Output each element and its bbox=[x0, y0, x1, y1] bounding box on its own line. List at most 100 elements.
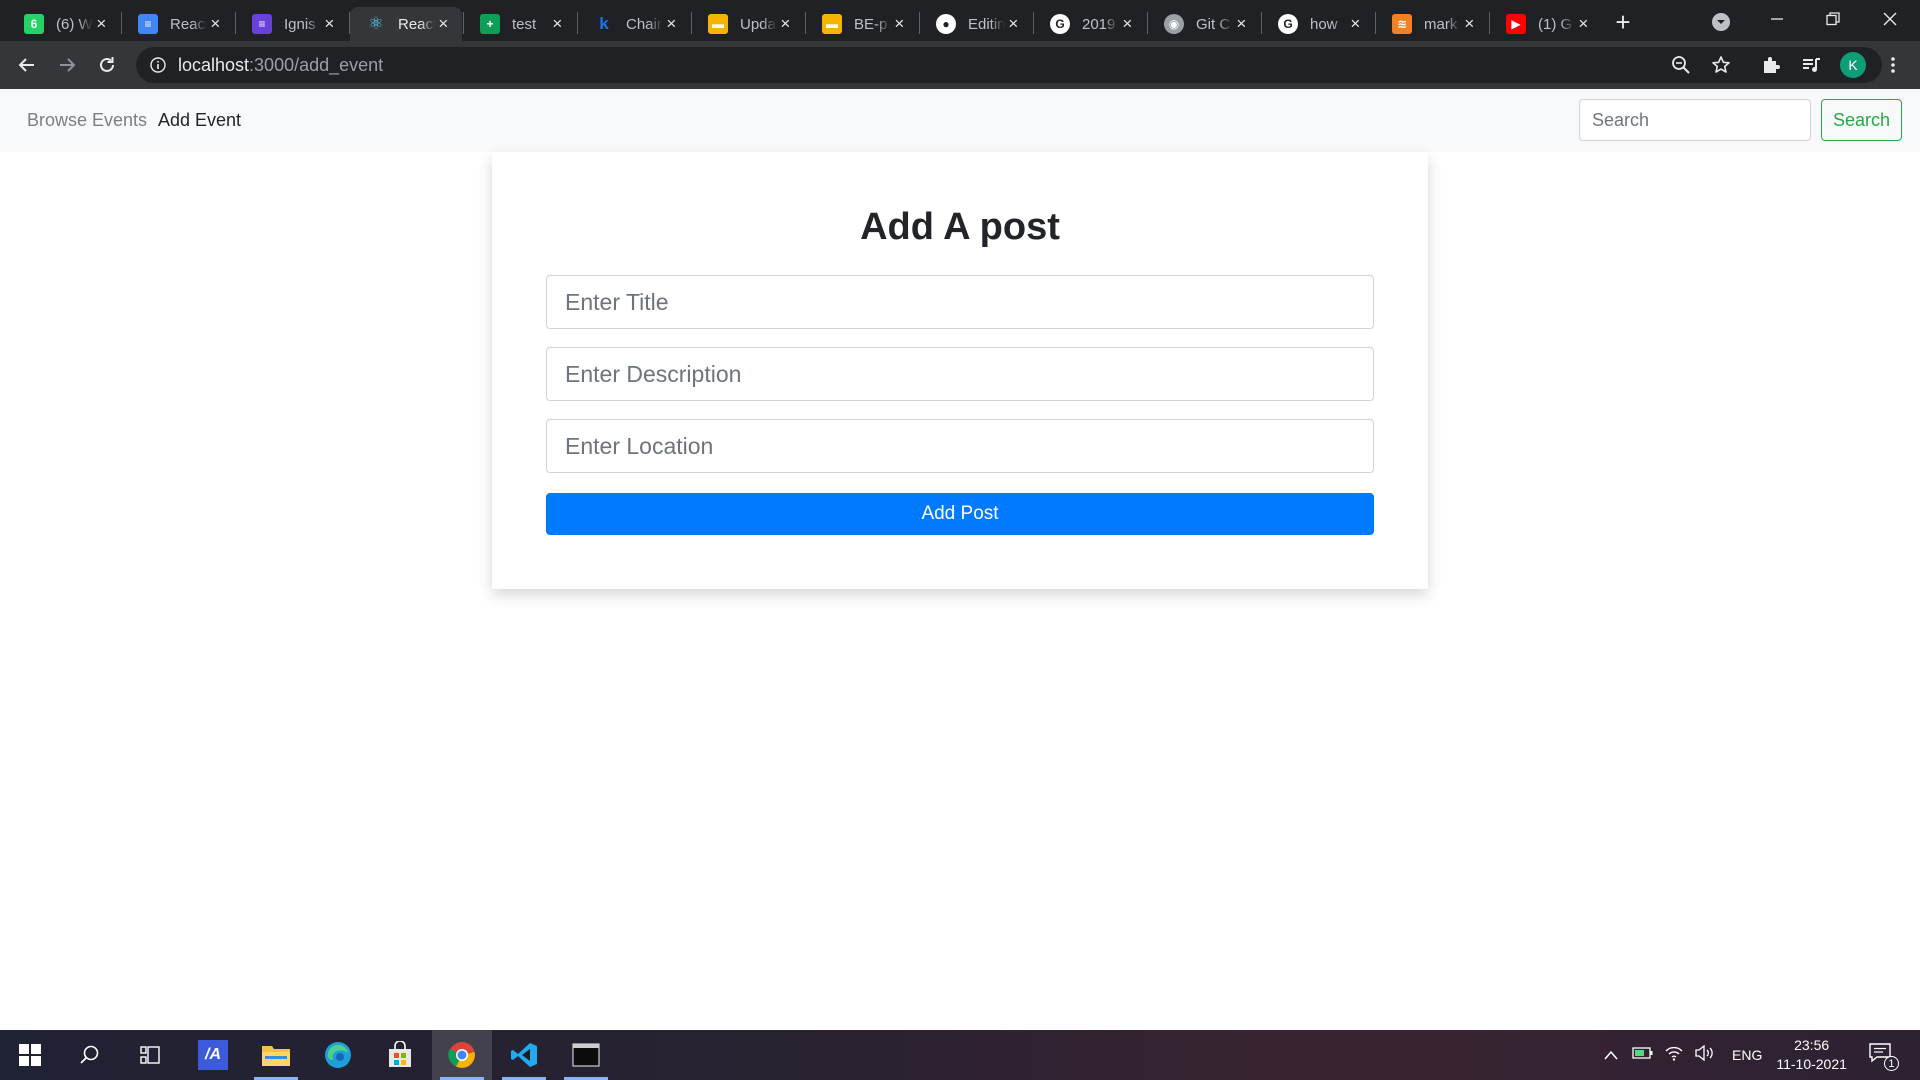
close-tab-icon[interactable]: × bbox=[891, 14, 908, 34]
nav-link-add-event[interactable]: Add Event bbox=[158, 110, 241, 131]
search-icon bbox=[80, 1045, 99, 1064]
taskbar-app-file-explorer[interactable] bbox=[246, 1030, 306, 1080]
taskbar-app-vscode[interactable] bbox=[494, 1030, 554, 1080]
browser-tab[interactable]: ◉ Git C × bbox=[1148, 7, 1260, 41]
browser-tab[interactable]: ▬ BE-p × bbox=[806, 7, 918, 41]
minimize-icon bbox=[1771, 18, 1783, 20]
browser-tab-title: 2019 bbox=[1082, 15, 1116, 33]
chrome-icon bbox=[448, 1042, 475, 1068]
tab-separator bbox=[1033, 12, 1034, 34]
tab-separator bbox=[1375, 12, 1376, 34]
browser-tab[interactable]: + test × bbox=[464, 7, 576, 41]
tab-separator bbox=[463, 12, 464, 34]
close-tab-icon[interactable]: × bbox=[321, 14, 338, 34]
address-bar[interactable]: localhost:3000/add_event bbox=[136, 47, 1882, 83]
browser-tab[interactable]: ● Editing× bbox=[920, 7, 1032, 41]
browser-tab[interactable]: Ghow × bbox=[1262, 7, 1374, 41]
close-tab-icon[interactable]: × bbox=[777, 14, 794, 34]
title-input[interactable] bbox=[546, 275, 1374, 329]
browser-tab[interactable]: ≡ Ignis × bbox=[236, 7, 348, 41]
nav-link-browse-events[interactable]: Browse Events bbox=[27, 110, 147, 131]
browser-tab[interactable]: k Chain × bbox=[578, 7, 690, 41]
clock[interactable]: 23:56 11-10-2021 bbox=[1776, 1036, 1847, 1074]
profile-button[interactable]: K bbox=[1839, 51, 1867, 79]
close-tab-icon[interactable]: × bbox=[435, 14, 452, 34]
clock-date: 11-10-2021 bbox=[1776, 1056, 1847, 1072]
close-window-button[interactable] bbox=[1875, 4, 1905, 34]
wifi-icon[interactable] bbox=[1664, 1045, 1684, 1065]
google-icon: G bbox=[1278, 14, 1298, 34]
tab-search-button[interactable] bbox=[1708, 9, 1734, 35]
browser-toolbar: localhost:3000/add_event K bbox=[0, 41, 1920, 89]
google-docs-icon: ≡ bbox=[138, 14, 158, 34]
location-input[interactable] bbox=[546, 419, 1374, 473]
close-tab-icon[interactable]: × bbox=[1347, 14, 1364, 34]
list-icon: ≡ bbox=[252, 14, 272, 34]
close-tab-icon[interactable]: × bbox=[1119, 14, 1136, 34]
browser-tab[interactable]: ▬ Update× bbox=[692, 7, 804, 41]
show-hidden-icons-button[interactable] bbox=[1600, 1047, 1622, 1064]
close-tab-icon[interactable]: × bbox=[93, 14, 110, 34]
extensions-button[interactable] bbox=[1757, 51, 1785, 79]
taskbar-search-button[interactable] bbox=[60, 1030, 120, 1080]
taskbar-app-chrome[interactable] bbox=[432, 1030, 492, 1080]
battery-icon[interactable] bbox=[1632, 1046, 1654, 1064]
close-tab-icon[interactable]: × bbox=[1575, 14, 1592, 34]
search-button[interactable]: Search bbox=[1821, 99, 1902, 141]
browser-tab[interactable]: ≡ React × bbox=[122, 7, 234, 41]
store-bag-icon bbox=[389, 1041, 411, 1067]
browser-menu-button[interactable] bbox=[1879, 51, 1907, 79]
description-input[interactable] bbox=[546, 347, 1374, 401]
task-view-button[interactable] bbox=[120, 1030, 180, 1080]
add-post-button[interactable]: Add Post bbox=[546, 493, 1374, 535]
reload-button[interactable] bbox=[93, 51, 121, 79]
star-icon bbox=[1712, 56, 1730, 73]
close-tab-icon[interactable]: × bbox=[1233, 14, 1250, 34]
language-indicator[interactable]: ENG bbox=[1732, 1047, 1762, 1063]
new-tab-button[interactable]: + bbox=[1609, 7, 1637, 37]
notification-badge: 1 bbox=[1883, 1056, 1899, 1071]
arrow-right-icon bbox=[60, 58, 76, 72]
close-tab-icon[interactable]: × bbox=[1461, 14, 1478, 34]
taskbar-app-ia-writer[interactable]: /A bbox=[183, 1030, 243, 1080]
media-control-button[interactable] bbox=[1797, 51, 1825, 79]
close-tab-icon[interactable]: × bbox=[1005, 14, 1022, 34]
bookmark-button[interactable] bbox=[1707, 51, 1735, 79]
browser-tab[interactable]: ≋ mark × bbox=[1376, 7, 1488, 41]
taskbar-app-terminal[interactable] bbox=[556, 1030, 616, 1080]
clock-time: 23:56 bbox=[1794, 1037, 1830, 1053]
search-input[interactable] bbox=[1579, 99, 1811, 141]
tab-separator bbox=[577, 12, 578, 34]
close-tab-icon[interactable]: × bbox=[549, 14, 566, 34]
volume-icon[interactable] bbox=[1694, 1044, 1716, 1065]
browser-tab[interactable]: G 2019 × bbox=[1034, 7, 1146, 41]
close-tab-icon[interactable]: × bbox=[663, 14, 680, 34]
notification-center-button[interactable]: 1 bbox=[1869, 1043, 1899, 1071]
browser-tab[interactable]: ▶ (1) G × bbox=[1490, 7, 1602, 41]
browser-tab-title: Editing bbox=[968, 15, 1005, 33]
forward-button[interactable] bbox=[53, 51, 81, 79]
start-button[interactable] bbox=[0, 1030, 60, 1080]
tab-separator bbox=[805, 12, 806, 34]
close-tab-icon[interactable]: × bbox=[207, 14, 224, 34]
browser-tab[interactable]: 6 (6) WhatsApp× bbox=[8, 7, 120, 41]
tab-separator bbox=[1489, 12, 1490, 34]
browser-tab-title: Ignis bbox=[284, 15, 316, 33]
browser-tab[interactable]: ⚛ React App× bbox=[350, 7, 462, 41]
tab-separator bbox=[1261, 12, 1262, 34]
more-vertical-icon bbox=[1891, 57, 1895, 73]
taskbar-app-store[interactable] bbox=[370, 1030, 430, 1080]
tab-separator bbox=[235, 12, 236, 34]
browser-tab-title: (1) G bbox=[1538, 15, 1573, 33]
back-button[interactable] bbox=[13, 51, 41, 79]
url-path: :3000/add_event bbox=[249, 55, 384, 75]
zoom-button[interactable] bbox=[1667, 51, 1695, 79]
system-tray: ENG 23:56 11-10-2021 1 bbox=[1600, 1030, 1899, 1080]
taskbar-app-edge[interactable] bbox=[308, 1030, 368, 1080]
browser-tab-title: BE-p bbox=[854, 15, 888, 33]
tab-separator bbox=[1147, 12, 1148, 34]
vscode-icon bbox=[511, 1043, 537, 1067]
windows-logo-icon bbox=[19, 1044, 41, 1066]
minimize-button[interactable] bbox=[1762, 4, 1792, 34]
restore-button[interactable] bbox=[1818, 4, 1848, 34]
